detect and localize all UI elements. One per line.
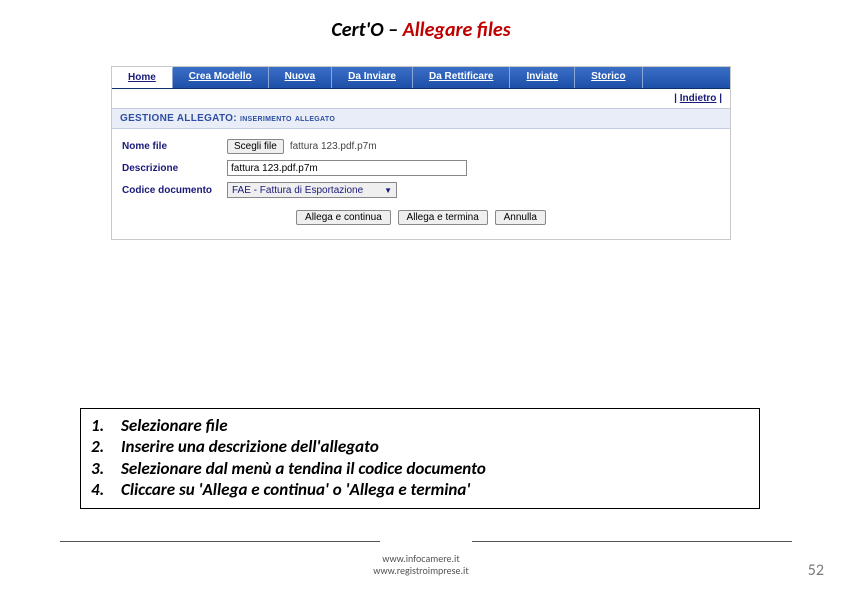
footer-divider bbox=[60, 541, 792, 542]
nav-crea-modello[interactable]: Crea Modello bbox=[173, 67, 269, 88]
choose-file-button[interactable]: Scegli file bbox=[227, 139, 284, 154]
instruction-text: Cliccare su 'Allega e continua' o 'Alleg… bbox=[121, 479, 470, 500]
instruction-3: 3. Selezionare dal menù a tendina il cod… bbox=[91, 458, 749, 479]
row-nome-file: Nome file Scegli file fattura 123.pdf.p7… bbox=[122, 139, 720, 154]
footer-urls: www.infocamere.it www.registroimprese.it bbox=[0, 553, 842, 576]
app-screenshot: Home Crea Modello Nuova Da Inviare Da Re… bbox=[111, 66, 731, 240]
form-area: Nome file Scegli file fattura 123.pdf.p7… bbox=[112, 129, 730, 239]
nav-bar: Home Crea Modello Nuova Da Inviare Da Re… bbox=[112, 67, 730, 89]
chevron-down-icon: ▼ bbox=[384, 186, 392, 195]
instructions-box: 1. Selezionare file 2. Inserire una desc… bbox=[80, 408, 760, 509]
nav-da-inviare[interactable]: Da Inviare bbox=[332, 67, 413, 88]
footer-url-2: www.registroimprese.it bbox=[0, 565, 842, 577]
button-row: Allega e continua Allega e termina Annul… bbox=[122, 210, 720, 225]
instruction-text: Selezionare file bbox=[121, 415, 228, 436]
instruction-1: 1. Selezionare file bbox=[91, 415, 749, 436]
sep2: | bbox=[719, 93, 722, 104]
label-codice: Codice documento bbox=[122, 185, 227, 196]
instruction-4: 4. Cliccare su 'Allega e continua' o 'Al… bbox=[91, 479, 749, 500]
sep: | bbox=[674, 93, 677, 104]
back-link[interactable]: Indietro bbox=[680, 93, 717, 104]
nav-storico[interactable]: Storico bbox=[575, 67, 642, 88]
instruction-number: 3. bbox=[91, 458, 121, 479]
nav-nuova[interactable]: Nuova bbox=[269, 67, 333, 88]
allega-continua-button[interactable]: Allega e continua bbox=[296, 210, 391, 225]
page-number: 52 bbox=[808, 561, 824, 580]
divider-right bbox=[472, 541, 792, 542]
title-prefix: Cert'O – bbox=[331, 18, 402, 42]
instruction-2: 2. Inserire una descrizione dell'allegat… bbox=[91, 436, 749, 457]
row-codice: Codice documento FAE - Fattura di Esport… bbox=[122, 182, 720, 198]
label-nome-file: Nome file bbox=[122, 141, 227, 152]
instruction-text: Inserire una descrizione dell'allegato bbox=[121, 436, 379, 457]
label-descrizione: Descrizione bbox=[122, 163, 227, 174]
chosen-file-name: fattura 123.pdf.p7m bbox=[290, 141, 377, 152]
allega-termina-button[interactable]: Allega e termina bbox=[398, 210, 488, 225]
footer-url-1: www.infocamere.it bbox=[0, 553, 842, 565]
instruction-number: 1. bbox=[91, 415, 121, 436]
nav-inviate[interactable]: Inviate bbox=[510, 67, 575, 88]
instruction-number: 4. bbox=[91, 479, 121, 500]
descrizione-input[interactable] bbox=[227, 160, 467, 176]
annulla-button[interactable]: Annulla bbox=[495, 210, 546, 225]
section-title: GESTIONE ALLEGATO: inserimento allegato bbox=[112, 108, 730, 129]
instruction-number: 2. bbox=[91, 436, 121, 457]
nav-da-rettificare[interactable]: Da Rettificare bbox=[413, 67, 510, 88]
codice-select[interactable]: FAE - Fattura di Esportazione ▼ bbox=[227, 182, 397, 198]
codice-selected-value: FAE - Fattura di Esportazione bbox=[232, 185, 363, 196]
slide-title: Cert'O – Allegare files bbox=[0, 0, 842, 42]
row-descrizione: Descrizione bbox=[122, 160, 720, 176]
divider-left bbox=[60, 541, 380, 542]
back-row: | Indietro | bbox=[112, 89, 730, 108]
nav-home[interactable]: Home bbox=[112, 67, 173, 88]
title-highlight: Allegare files bbox=[403, 18, 511, 42]
instruction-text: Selezionare dal menù a tendina il codice… bbox=[121, 458, 486, 479]
